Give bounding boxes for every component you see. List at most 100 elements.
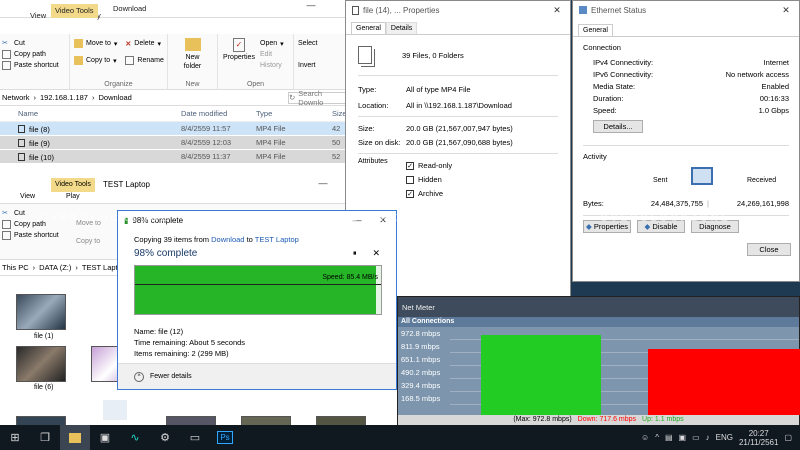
close-button[interactable]: Close <box>747 243 791 256</box>
search-input[interactable]: ↻ Search Downlo <box>288 89 350 107</box>
source-link[interactable]: Download <box>211 235 244 244</box>
close-button[interactable]: ✕ <box>544 5 570 16</box>
refresh-icon: ↻ <box>289 93 296 102</box>
notification-icon[interactable]: ▢ <box>784 433 792 442</box>
col-date[interactable]: Date modified <box>181 109 256 118</box>
network-computers-icon <box>691 167 713 185</box>
copy-to-button[interactable]: Copy to ▾ <box>74 55 117 66</box>
new-group: New folder New <box>168 34 218 89</box>
people-icon[interactable]: ☺ <box>641 433 649 442</box>
hidden-checkbox[interactable]: Hidden <box>406 172 452 186</box>
file-row[interactable]: file (8) 8/4/2559 11:57 MP4 File 42 <box>0 122 350 136</box>
new-folder-button[interactable]: New folder <box>172 38 213 71</box>
col-type[interactable]: Type <box>256 109 332 118</box>
details-button[interactable]: Details... <box>593 120 643 133</box>
tray-icon[interactable]: ▣ <box>679 433 687 442</box>
breadcrumb-host[interactable]: 192.168.1.187 <box>40 93 88 102</box>
speed-line <box>135 284 381 285</box>
properties-tabs: General Details <box>346 19 570 35</box>
cancel-copy-button[interactable]: ✕ <box>372 248 380 259</box>
activity-monitor-icon[interactable]: ∿ <box>120 425 150 450</box>
breadcrumb-drive[interactable]: DATA (Z:) <box>39 263 71 272</box>
tab-video-tools[interactable]: Video Tools <box>51 4 98 18</box>
properties-button[interactable]: ✓ Properties <box>222 36 256 87</box>
tab-video-tools[interactable]: Video Tools <box>51 178 95 192</box>
ethernet-titlebar: Ethernet Status ✕ <box>573 1 799 19</box>
edit-button[interactable]: Edit <box>260 49 284 60</box>
organize-group: Move to ▾ Copy to ▾ ✕ Delete ▾ Rename Org… <box>70 34 168 89</box>
new-folder-icon <box>184 38 201 51</box>
ribbon: ✂ Cut Copy path Paste shortcut Move to ▾ … <box>0 34 350 90</box>
copy-progress-dialog: ▮ 98% complete — ✕ Copying 39 items from… <box>117 210 397 390</box>
windows-start-icon[interactable]: ⊞ <box>0 425 30 450</box>
remote-desktop-icon[interactable]: ▭ <box>180 425 210 450</box>
speed-graph: Speed: 85.4 MB/s <box>134 265 382 315</box>
minimize-button[interactable]: — <box>298 0 324 10</box>
invert-selection-button[interactable]: Invert <box>298 60 330 71</box>
file-row[interactable]: file (9) 8/4/2559 12:03 MP4 File 50 <box>0 136 350 150</box>
window-title: Download <box>113 4 147 13</box>
network-icon <box>579 6 587 14</box>
breadcrumb-this-pc[interactable]: This PC <box>2 263 29 272</box>
file-row[interactable]: file (10) 8/4/2559 11:37 MP4 File 52 <box>0 150 350 164</box>
properties-titlebar: file (14), ... Properties ✕ <box>346 1 570 19</box>
address-bar[interactable]: Network › 192.168.1.187 › Download ↻ Sear… <box>0 89 350 107</box>
store-icon[interactable]: ▣ <box>90 425 120 450</box>
tab-play[interactable]: Play <box>66 193 80 200</box>
destination-link[interactable]: TEST Laptop <box>255 235 299 244</box>
window-controls: — <box>298 0 324 10</box>
shortcut-icon <box>2 61 11 70</box>
folder-copy-icon <box>74 56 83 65</box>
open-button[interactable]: Open ▾ <box>260 38 284 49</box>
tray-icon[interactable]: ▤ <box>665 433 673 442</box>
delete-button[interactable]: ✕ Delete ▾ <box>125 38 163 49</box>
fewer-details-toggle[interactable]: ^ Fewer details <box>118 363 396 389</box>
tab-details[interactable]: Details <box>385 22 418 34</box>
cut-button[interactable]: ✂ Cut <box>2 38 65 49</box>
clapper-icon[interactable] <box>103 400 127 420</box>
close-button[interactable]: ✕ <box>773 5 799 16</box>
language-indicator[interactable]: ENG <box>716 433 733 442</box>
shortcut-icon <box>2 231 11 240</box>
clock[interactable]: 20:27 21/11/2561 <box>739 429 778 447</box>
move-to-button[interactable]: Move to ▾ <box>74 38 117 49</box>
net-meter-titlebar: Net Meter <box>402 302 435 312</box>
video-thumbnail[interactable] <box>16 294 66 330</box>
chevron-up-icon: ^ <box>134 371 144 382</box>
speed-label: Speed: 85.4 MB/s <box>322 274 378 281</box>
copy-to-button[interactable]: Copy to <box>76 236 100 247</box>
rename-button[interactable]: Rename <box>125 55 164 66</box>
breadcrumb-download[interactable]: Download <box>98 93 131 102</box>
open-group: ✓ Properties Open ▾ Edit History Open <box>218 34 294 89</box>
minimize-button[interactable]: — <box>310 178 336 189</box>
tab-view[interactable]: View <box>20 193 35 200</box>
scissors-icon: ✂ <box>2 210 8 217</box>
settings-gear-icon[interactable]: ⚙ <box>150 425 180 450</box>
folder-move-icon <box>74 39 83 48</box>
file-explorer-icon[interactable] <box>60 425 90 450</box>
paste-shortcut-button[interactable]: Paste shortcut <box>2 60 65 71</box>
tab-general[interactable]: General <box>578 24 613 36</box>
history-button[interactable]: History <box>260 60 284 71</box>
progress-headline: 98% complete <box>134 248 198 259</box>
clipboard-group: ✂ Cut Copy path Paste shortcut <box>0 34 70 89</box>
watermark-text: OVERCLOCKZONE <box>40 213 171 224</box>
archive-checkbox[interactable]: ✓ Archive <box>406 186 452 200</box>
tab-general[interactable]: General <box>351 22 386 34</box>
photoshop-icon[interactable]: Ps <box>210 425 240 450</box>
chevron-up-icon[interactable]: ^ <box>655 433 659 442</box>
video-thumbnail[interactable] <box>16 346 66 382</box>
breadcrumb-network[interactable]: Network <box>2 93 30 102</box>
copy-path-button[interactable]: Copy path <box>2 49 65 60</box>
network-icon[interactable]: ▭ <box>692 433 700 442</box>
select-all-button[interactable]: Select <box>298 38 330 49</box>
readonly-checkbox[interactable]: ✓ Read-only <box>406 158 452 172</box>
task-view-icon[interactable]: ❐ <box>30 425 60 450</box>
thumbnail-label: file (6) <box>34 384 54 391</box>
col-name[interactable]: Name <box>0 109 181 118</box>
pause-button[interactable]: ⏸ <box>353 250 357 258</box>
volume-icon[interactable]: ♪ <box>706 433 710 442</box>
copy-path-icon <box>2 220 11 229</box>
connections-header: All Connections <box>398 317 799 327</box>
ethernet-status-window: Ethernet Status ✕ General Connection IPv… <box>572 0 800 282</box>
